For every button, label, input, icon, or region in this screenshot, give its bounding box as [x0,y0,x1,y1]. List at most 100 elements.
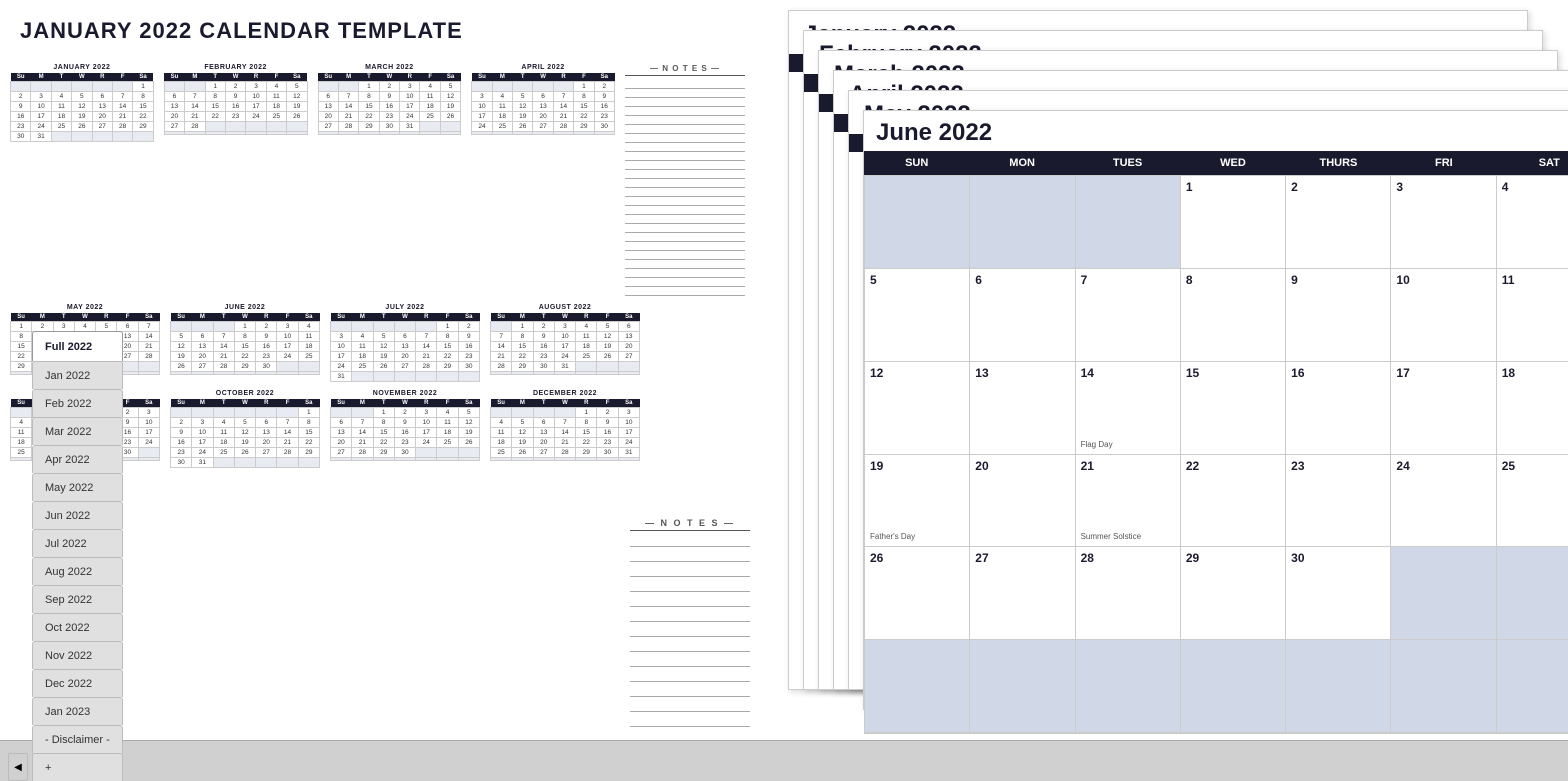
small-cal-header-cell: M [192,399,213,408]
notes-line [630,625,750,637]
small-cal-day: 5 [96,322,117,332]
small-cal-day: 22 [205,112,225,122]
small-cal-day: 13 [92,102,112,112]
tab-bar: ◀ Full 2022Jan 2022Feb 2022Mar 2022Apr 2… [0,740,1568,781]
small-cal-day: 18 [51,112,71,122]
june-day-cell [970,640,1075,733]
tab-item[interactable]: May 2022 [32,473,123,501]
small-cal-day: 11 [437,418,458,428]
small-cal-day: 29 [373,448,394,458]
tab-item[interactable]: Oct 2022 [32,613,123,641]
small-cal-day [92,82,112,92]
small-cal-header-cell: Sa [287,73,307,82]
small-cal-day: 23 [597,438,618,448]
small-cal-day: 28 [554,448,575,458]
small-cal-day: 5 [440,82,460,92]
june-day-number: 26 [870,551,883,565]
tab-item[interactable]: Dec 2022 [32,669,123,697]
june-day-cell [865,640,970,733]
small-cal-day: 21 [338,112,358,122]
tab-item[interactable]: Feb 2022 [32,389,123,417]
small-cal-day [597,362,618,372]
small-cal-day [416,322,437,332]
june-day-number: 21 [1081,459,1094,473]
small-cal-header-cell: Su [472,73,492,82]
notes-line [630,670,750,682]
small-cal-day: 13 [318,102,338,112]
small-cal-day [533,82,553,92]
june-day-cell [1497,547,1568,640]
small-cal-june-2022: JUNE 2022SuMTWRFSa1234567891011121314151… [170,304,320,375]
small-cal-day: 18 [491,438,512,448]
small-cal-table: SuMTWRFSa1234567891011121314151617181920… [318,73,462,135]
small-cal-header-cell: M [32,313,53,322]
tab-item[interactable]: Mar 2022 [32,417,123,445]
small-cal-title: JANUARY 2022 [10,64,154,71]
small-cal-title: MAY 2022 [10,304,160,311]
small-cal-day: 10 [138,418,159,428]
small-cal-day: 1 [359,82,379,92]
small-cal-day [256,408,277,418]
tab-item[interactable]: Jul 2022 [32,529,123,557]
tab-prev-btn[interactable]: ◀ [8,753,28,781]
tab-item[interactable]: Full 2022 [32,331,123,361]
small-cal-day: 26 [458,438,479,448]
note-line [625,125,745,134]
small-cal-day [553,82,573,92]
small-cal-day [533,132,553,135]
small-cal-day: 14 [352,428,373,438]
tab-item[interactable]: Apr 2022 [32,445,123,473]
small-cal-day: 15 [298,428,319,438]
small-cal-day: 16 [458,342,479,352]
june-day-cell: 17 [1391,362,1496,455]
tab-item[interactable]: Jun 2022 [32,501,123,529]
small-cal-day: 26 [513,122,533,132]
tab-item[interactable]: - Disclaimer - [32,725,123,753]
tab-item[interactable]: Nov 2022 [32,641,123,669]
small-cal-day: 1 [11,322,32,332]
small-cal-day: 3 [400,82,420,92]
small-cal-day: 31 [331,372,352,382]
small-cal-day: 1 [205,82,225,92]
small-cal-day: 4 [51,92,71,102]
small-cal-day: 8 [11,332,32,342]
small-cal-day: 28 [338,122,358,132]
small-cal-day: 16 [256,342,277,352]
small-cal-day [234,458,255,468]
small-cal-day: 8 [574,92,594,102]
small-cal-day [287,132,307,135]
small-cal-day: 20 [533,438,554,448]
note-line [625,251,745,260]
small-cal-day: 17 [138,428,159,438]
june-day-cell: 11 [1497,269,1568,362]
notes-line [630,685,750,697]
small-cal-day [138,458,159,461]
june-week: 567891011 [865,269,1568,362]
small-cal-day: 12 [513,102,533,112]
small-cal-day: 11 [266,92,286,102]
small-cal-day: 20 [192,352,213,362]
note-line [625,80,745,89]
june-day-cell [1391,547,1496,640]
tab-item[interactable]: Aug 2022 [32,557,123,585]
stack-jun-title: June 2022 [864,111,1568,151]
small-cal-day [437,448,458,458]
small-cal-day: 27 [394,362,415,372]
tab-item[interactable]: Jan 2023 [32,697,123,725]
small-cal-day: 3 [31,92,51,102]
tab-item[interactable]: Sep 2022 [32,585,123,613]
small-cal-day: 6 [618,322,639,332]
small-cal-day [185,132,205,135]
small-cal-day: 3 [246,82,266,92]
tab-item[interactable]: Jan 2022 [32,361,123,389]
june-day-cell: 25 [1497,455,1568,548]
tab-item[interactable]: + [32,753,123,781]
small-cal-day [171,322,192,332]
small-cal-day [234,408,255,418]
small-cal-day [379,132,399,135]
small-cal-title: FEBRUARY 2022 [164,64,308,71]
small-cal-day: 24 [31,122,51,132]
note-line [625,134,745,143]
small-cal-day: 30 [379,122,399,132]
small-cal-day [359,132,379,135]
